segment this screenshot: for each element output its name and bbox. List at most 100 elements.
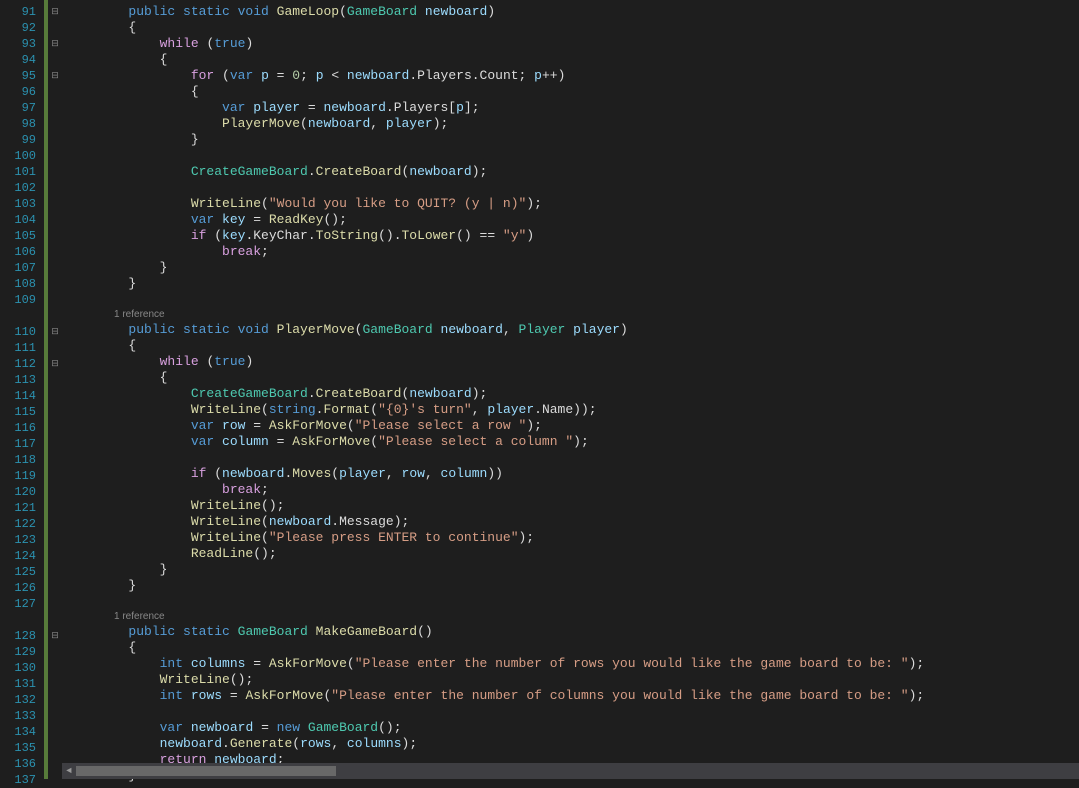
fold-toggle-icon[interactable]: ⊟ bbox=[48, 356, 62, 372]
code-line[interactable]: } bbox=[66, 562, 1079, 578]
code-line[interactable] bbox=[66, 704, 1079, 720]
line-number: 101 bbox=[0, 164, 36, 180]
code-line[interactable]: break; bbox=[66, 244, 1079, 260]
code-line[interactable] bbox=[66, 180, 1079, 196]
code-text-area[interactable]: public static void GameLoop(GameBoard ne… bbox=[62, 0, 1079, 779]
code-line[interactable]: } bbox=[66, 276, 1079, 292]
line-number: 127 bbox=[0, 596, 36, 612]
line-number-gutter: 9192939495969798991001011021031041051061… bbox=[0, 0, 44, 779]
code-line[interactable]: int columns = AskForMove("Please enter t… bbox=[66, 656, 1079, 672]
line-number: 117 bbox=[0, 436, 36, 452]
code-line[interactable]: WriteLine(newboard.Message); bbox=[66, 514, 1079, 530]
line-number: 120 bbox=[0, 484, 36, 500]
line-number: 94 bbox=[0, 52, 36, 68]
line-number: 104 bbox=[0, 212, 36, 228]
line-number: 123 bbox=[0, 532, 36, 548]
code-line[interactable]: while (true) bbox=[66, 36, 1079, 52]
fold-toggle-icon bbox=[48, 132, 62, 148]
line-number: 137 bbox=[0, 772, 36, 788]
line-number: 134 bbox=[0, 724, 36, 740]
line-number: 103 bbox=[0, 196, 36, 212]
fold-toggle-icon[interactable]: ⊟ bbox=[48, 4, 62, 20]
code-line[interactable]: { bbox=[66, 20, 1079, 36]
code-line[interactable] bbox=[66, 594, 1079, 610]
code-line[interactable]: var row = AskForMove("Please select a ro… bbox=[66, 418, 1079, 434]
fold-toggle-icon bbox=[48, 452, 62, 468]
line-number: 118 bbox=[0, 452, 36, 468]
code-line[interactable]: { bbox=[66, 52, 1079, 68]
line-number: 113 bbox=[0, 372, 36, 388]
code-line[interactable]: WriteLine(); bbox=[66, 498, 1079, 514]
fold-toggle-icon bbox=[48, 708, 62, 724]
line-number: 111 bbox=[0, 340, 36, 356]
code-line[interactable]: public static void GameLoop(GameBoard ne… bbox=[66, 4, 1079, 20]
code-line[interactable]: { bbox=[66, 640, 1079, 656]
line-number: 125 bbox=[0, 564, 36, 580]
code-line[interactable]: WriteLine(); bbox=[66, 672, 1079, 688]
line-number: 136 bbox=[0, 756, 36, 772]
code-line[interactable]: while (true) bbox=[66, 354, 1079, 370]
line-number: 131 bbox=[0, 676, 36, 692]
codelens-reference[interactable]: 1 reference bbox=[66, 308, 1079, 322]
code-line[interactable]: var key = ReadKey(); bbox=[66, 212, 1079, 228]
fold-toggle-icon[interactable]: ⊟ bbox=[48, 36, 62, 52]
line-number: 109 bbox=[0, 292, 36, 308]
line-number: 135 bbox=[0, 740, 36, 756]
line-number: 107 bbox=[0, 260, 36, 276]
code-line[interactable]: { bbox=[66, 84, 1079, 100]
code-line[interactable] bbox=[66, 292, 1079, 308]
fold-toggle-icon[interactable]: ⊟ bbox=[48, 628, 62, 644]
code-line[interactable]: WriteLine("Please press ENTER to continu… bbox=[66, 530, 1079, 546]
code-line[interactable]: var player = newboard.Players[p]; bbox=[66, 100, 1079, 116]
code-line[interactable]: CreateGameBoard.CreateBoard(newboard); bbox=[66, 386, 1079, 402]
fold-toggle-icon bbox=[48, 676, 62, 692]
horizontal-scrollbar[interactable]: ◄ bbox=[62, 763, 1079, 779]
code-line[interactable]: var newboard = new GameBoard(); bbox=[66, 720, 1079, 736]
code-line[interactable] bbox=[66, 148, 1079, 164]
fold-toggle-icon bbox=[48, 756, 62, 772]
code-line[interactable]: WriteLine("Would you like to QUIT? (y | … bbox=[66, 196, 1079, 212]
fold-toggle-icon bbox=[48, 420, 62, 436]
code-line[interactable] bbox=[66, 450, 1079, 466]
code-line[interactable]: for (var p = 0; p < newboard.Players.Cou… bbox=[66, 68, 1079, 84]
line-number: 93 bbox=[0, 36, 36, 52]
line-number: 119 bbox=[0, 468, 36, 484]
code-line[interactable]: ReadLine(); bbox=[66, 546, 1079, 562]
fold-toggle-icon bbox=[48, 516, 62, 532]
fold-toggle-icon[interactable]: ⊟ bbox=[48, 324, 62, 340]
line-number: 105 bbox=[0, 228, 36, 244]
fold-toggle-icon bbox=[48, 468, 62, 484]
code-line[interactable]: var column = AskForMove("Please select a… bbox=[66, 434, 1079, 450]
fold-toggle-icon bbox=[48, 404, 62, 420]
line-number: 114 bbox=[0, 388, 36, 404]
code-line[interactable]: { bbox=[66, 338, 1079, 354]
code-editor[interactable]: 9192939495969798991001011021031041051061… bbox=[0, 0, 1079, 779]
code-line[interactable]: PlayerMove(newboard, player); bbox=[66, 116, 1079, 132]
fold-toggle-icon bbox=[48, 484, 62, 500]
codelens-reference[interactable]: 1 reference bbox=[66, 610, 1079, 624]
scrollbar-thumb[interactable] bbox=[76, 766, 336, 776]
code-line[interactable]: int rows = AskForMove("Please enter the … bbox=[66, 688, 1079, 704]
code-folding-column: ⊟ ⊟ ⊟ ⊟ ⊟ ⊟ bbox=[48, 0, 62, 779]
code-line[interactable]: WriteLine(string.Format("{0}'s turn", pl… bbox=[66, 402, 1079, 418]
line-number: 130 bbox=[0, 660, 36, 676]
code-line[interactable]: CreateGameBoard.CreateBoard(newboard); bbox=[66, 164, 1079, 180]
code-line[interactable]: break; bbox=[66, 482, 1079, 498]
line-number: 122 bbox=[0, 516, 36, 532]
code-line[interactable]: if (newboard.Moves(player, row, column)) bbox=[66, 466, 1079, 482]
code-line[interactable]: public static void PlayerMove(GameBoard … bbox=[66, 322, 1079, 338]
code-line[interactable]: } bbox=[66, 260, 1079, 276]
code-line[interactable]: } bbox=[66, 578, 1079, 594]
fold-toggle-icon bbox=[48, 212, 62, 228]
code-line[interactable]: newboard.Generate(rows, columns); bbox=[66, 736, 1079, 752]
line-number: 102 bbox=[0, 180, 36, 196]
code-line[interactable]: } bbox=[66, 132, 1079, 148]
fold-toggle-icon bbox=[48, 388, 62, 404]
scroll-left-arrow-icon[interactable]: ◄ bbox=[62, 763, 76, 779]
code-line[interactable]: public static GameBoard MakeGameBoard() bbox=[66, 624, 1079, 640]
code-line[interactable]: { bbox=[66, 370, 1079, 386]
fold-toggle-icon[interactable]: ⊟ bbox=[48, 68, 62, 84]
code-line[interactable]: if (key.KeyChar.ToString().ToLower() == … bbox=[66, 228, 1079, 244]
line-number: 126 bbox=[0, 580, 36, 596]
fold-toggle-icon bbox=[48, 692, 62, 708]
